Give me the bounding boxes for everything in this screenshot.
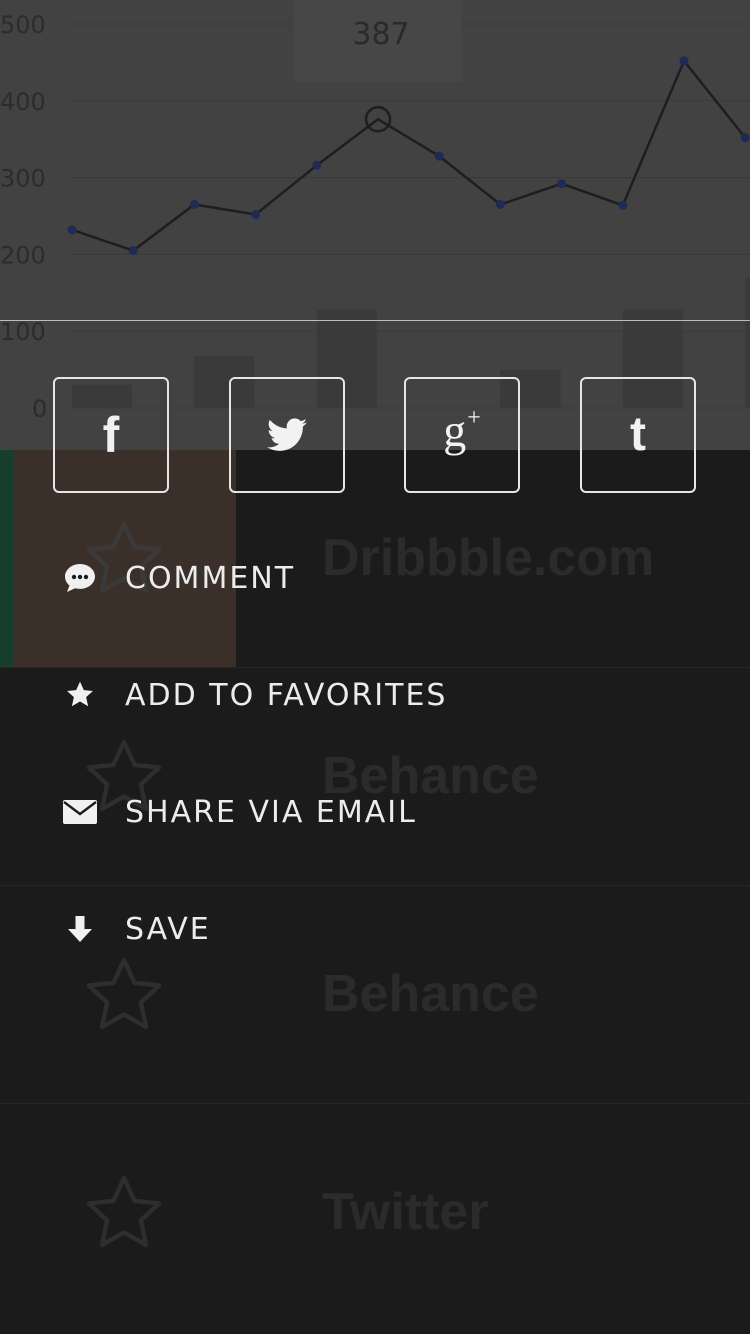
comment-action[interactable]: COMMENT: [60, 548, 700, 608]
tumblr-icon: t: [630, 408, 646, 461]
save-label: SAVE: [125, 911, 211, 947]
tumblr-share-button[interactable]: t: [580, 377, 696, 493]
google-plus-glyph: g: [443, 405, 467, 456]
share-via-email-label: SHARE VIA EMAIL: [125, 794, 417, 830]
facebook-icon: f: [102, 407, 120, 463]
share-via-email-action[interactable]: SHARE VIA EMAIL: [60, 782, 700, 842]
google-plus-share-button[interactable]: g +: [404, 377, 520, 493]
star-icon: [60, 675, 100, 715]
download-arrow-icon: [60, 909, 100, 949]
google-plus-sup: +: [467, 405, 481, 431]
share-overlay: f g + t COMMENT ADD TO FAVORITES SHARE V…: [0, 0, 750, 1334]
add-to-favorites-action[interactable]: ADD TO FAVORITES: [60, 665, 700, 725]
facebook-share-button[interactable]: f: [53, 377, 169, 493]
google-plus-icon: g +: [443, 406, 481, 458]
envelope-icon: [60, 792, 100, 832]
speech-bubble-icon: [60, 558, 100, 598]
add-to-favorites-label: ADD TO FAVORITES: [125, 677, 448, 713]
twitter-bird-icon: [267, 418, 307, 451]
comment-label: COMMENT: [125, 560, 296, 596]
save-action[interactable]: SAVE: [60, 899, 700, 959]
twitter-share-button[interactable]: [229, 377, 345, 493]
